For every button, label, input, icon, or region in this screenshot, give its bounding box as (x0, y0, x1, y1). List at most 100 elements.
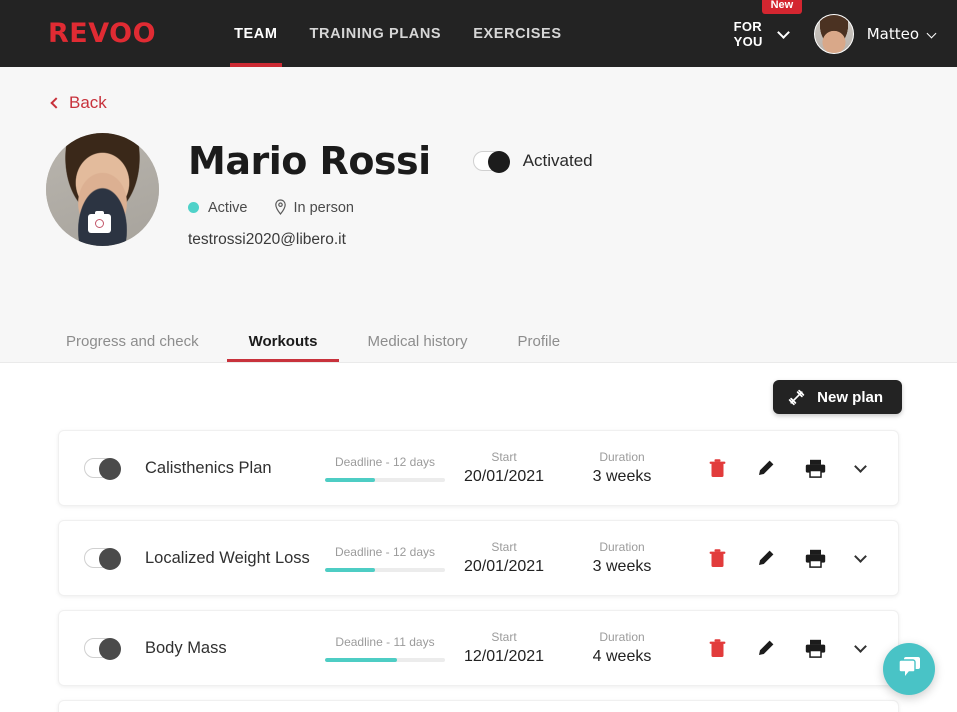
session-mode-label: In person (293, 199, 354, 216)
profile-meta-row: Active In person (188, 199, 593, 216)
row-toggle-cell (59, 638, 145, 660)
tab-workouts-label: Workouts (248, 333, 318, 350)
chevron-left-icon (50, 97, 62, 109)
user-menu-label[interactable]: Matteo (867, 25, 919, 43)
plan-start-value: 12/01/2021 (463, 647, 545, 665)
plan-deadline-label: Deadline - 12 days (334, 544, 436, 559)
pencil-icon[interactable] (756, 459, 775, 478)
plan-start-cell: Start 20/01/2021 (445, 539, 563, 578)
tab-medical-history[interactable]: Medical history (367, 333, 467, 362)
nav-item-exercises-label: EXERCISES (473, 25, 562, 42)
for-you-line-1: FOR (733, 18, 762, 34)
pencil-icon[interactable] (756, 639, 775, 658)
pencil-icon[interactable] (756, 549, 775, 568)
nav-item-training-plans-label: TRAINING PLANS (309, 25, 442, 42)
row-toggle-cell (59, 548, 145, 570)
toggle-knob (99, 458, 121, 480)
back-button[interactable]: Back (50, 93, 107, 113)
plan-start-value: 20/01/2021 (463, 557, 545, 575)
table-row[interactable]: Allenamento della forza Deadline - 7 day… (58, 700, 899, 712)
row-actions (681, 458, 898, 478)
activated-toggle[interactable] (472, 151, 510, 173)
plan-deadline-cell: Deadline - 12 days (325, 455, 445, 482)
plan-progress-bar (325, 657, 445, 662)
plan-deadline-label: Deadline - 11 days (335, 634, 435, 649)
plan-duration-label: Duration (599, 629, 645, 644)
table-row[interactable]: Body Mass Deadline - 11 days Start 12/01… (58, 610, 899, 686)
app-logo[interactable]: REVOO (48, 18, 156, 49)
plan-title: Localized Weight Loss (145, 548, 310, 567)
tab-progress-and-check-label: Progress and check (66, 333, 199, 350)
for-you-menu[interactable]: New FOR YOU (733, 0, 803, 49)
tab-workouts[interactable]: Workouts (226, 333, 340, 362)
workouts-panel: New plan Calisthenics Plan Deadline - 12… (0, 363, 957, 712)
table-row[interactable]: Localized Weight Loss Deadline - 12 days… (58, 520, 899, 596)
tab-profile[interactable]: Profile (518, 333, 561, 362)
plan-title: Calisthenics Plan (145, 458, 272, 477)
profile-avatar[interactable] (46, 133, 159, 246)
plan-start-label: Start (491, 629, 517, 644)
plan-duration-label: Duration (599, 449, 645, 464)
printer-icon[interactable] (805, 549, 826, 568)
tab-medical-history-label: Medical history (367, 333, 468, 350)
trash-icon[interactable] (709, 548, 726, 568)
app-page: REVOO TEAM TRAINING PLANS EXERCISES New … (0, 0, 957, 712)
location-pin-icon (274, 199, 287, 216)
chevron-down-icon[interactable] (854, 459, 867, 473)
plan-start-label: Start (491, 449, 517, 464)
plan-title: Body Mass (145, 638, 227, 657)
tab-profile-label: Profile (517, 333, 561, 350)
plan-start-label: Start (491, 539, 517, 554)
chevron-down-icon[interactable] (854, 549, 867, 563)
nav-item-team[interactable]: TEAM (218, 0, 293, 67)
plan-start-cell: Start 12/01/2021 (445, 629, 563, 668)
tab-progress-and-check[interactable]: Progress and check (66, 333, 199, 362)
back-button-label: Back (69, 93, 107, 112)
plan-deadline-cell: Deadline - 11 days (325, 635, 445, 662)
table-row[interactable]: Calisthenics Plan Deadline - 12 days Sta… (58, 430, 899, 506)
plan-duration-cell: Duration 3 weeks (563, 539, 681, 578)
nav-item-team-label: TEAM (234, 25, 278, 42)
new-badge: New (761, 0, 803, 14)
profile-name-row: Mario Rossi Activated (188, 139, 593, 183)
profile-email: testrossi2020@libero.it (188, 231, 346, 248)
printer-icon[interactable] (805, 639, 826, 658)
profile-tabs: Progress and check Workouts Medical hist… (0, 317, 957, 363)
plan-duration-cell: Duration 3 weeks (563, 449, 681, 488)
toggle-knob (487, 151, 510, 173)
plan-progress-bar (325, 477, 445, 482)
toggle-knob (99, 638, 121, 660)
nav-item-training-plans[interactable]: TRAINING PLANS (294, 0, 458, 67)
chevron-down-icon[interactable] (926, 28, 937, 39)
trash-icon[interactable] (709, 458, 726, 478)
activated-label: Activated (522, 151, 593, 170)
top-navigation-bar: REVOO TEAM TRAINING PLANS EXERCISES New … (0, 0, 957, 67)
chat-widget-button[interactable] (883, 643, 935, 695)
activated-toggle-group: Activated (472, 151, 593, 173)
profile-header-section: Back Mario Rossi Activated Active In per… (0, 67, 957, 317)
avatar[interactable] (813, 13, 854, 54)
trash-icon[interactable] (709, 638, 726, 658)
avatar-image (814, 14, 853, 53)
chevron-down-icon[interactable] (854, 639, 867, 653)
plan-progress-fill (325, 657, 397, 662)
plan-enabled-toggle[interactable] (84, 458, 121, 480)
row-actions (681, 638, 898, 658)
camera-lens-icon (95, 219, 104, 228)
new-plan-button[interactable]: New plan (773, 380, 902, 414)
plan-start-cell: Start 20/01/2021 (445, 449, 563, 488)
plan-progress-fill (325, 567, 376, 572)
plan-enabled-toggle[interactable] (84, 638, 121, 660)
profile-identity-row: Mario Rossi Activated Active In person t… (46, 133, 957, 249)
camera-icon[interactable] (88, 211, 111, 233)
plan-duration-cell: Duration 4 weeks (563, 629, 681, 668)
plan-progress-fill (325, 477, 376, 482)
dumbbell-icon (788, 389, 805, 406)
nav-item-exercises[interactable]: EXERCISES (457, 0, 577, 67)
plan-progress-bar (325, 567, 445, 572)
status-dot-icon (188, 202, 199, 213)
plan-deadline-cell: Deadline - 12 days (325, 545, 445, 572)
printer-icon[interactable] (805, 459, 826, 478)
plan-enabled-toggle[interactable] (84, 548, 121, 570)
plan-duration-value: 4 weeks (592, 647, 652, 665)
